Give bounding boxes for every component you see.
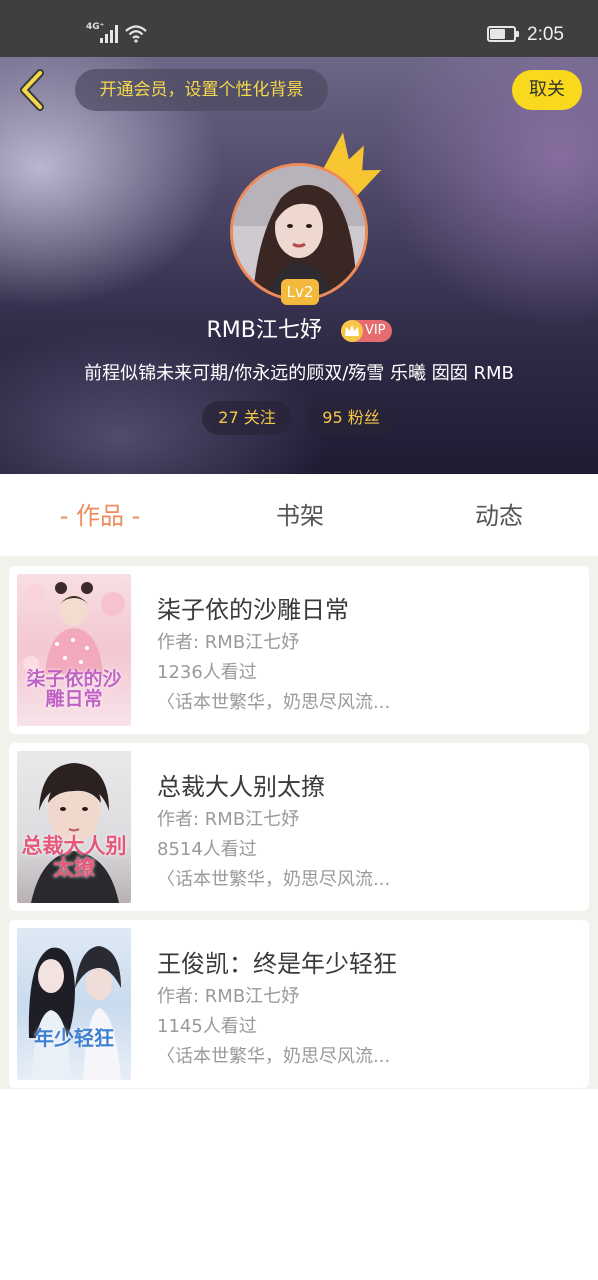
works-list: 柒子依的沙雕日常 柒子依的沙雕日常 作者: RMB江七妤 1236人看过 〈话本… (0, 556, 598, 1089)
list-item[interactable]: 年少轻狂 王俊凯：终是年少轻狂 作者: RMB江七妤 1145人看过 〈话本世繁… (9, 920, 589, 1088)
crown-badge-icon (340, 320, 363, 342)
clock: 2:05 (527, 24, 564, 45)
book-description: 〈话本世繁华，奶思尽风流... (157, 869, 391, 890)
book-description: 〈话本世繁华，奶思尽风流... (157, 1046, 391, 1067)
book-title[interactable]: 王俊凯：终是年少轻狂 (157, 944, 397, 979)
tab-bookshelf[interactable]: 书架 (200, 474, 400, 556)
book-views: 1236人看过 (157, 662, 257, 683)
book-description: 〈话本世繁华，奶思尽风流... (157, 692, 391, 713)
vip-background-banner[interactable]: 开通会员，设置个性化背景 (75, 69, 328, 111)
book-author: 作者: RMB江七妤 (157, 986, 300, 1007)
cover-title: 柒子依的沙雕日常 (26, 668, 122, 710)
book-title[interactable]: 柒子依的沙雕日常 (157, 590, 349, 625)
list-item[interactable]: 柒子依的沙雕日常 柒子依的沙雕日常 作者: RMB江七妤 1236人看过 〈话本… (9, 566, 589, 734)
book-author: 作者: RMB江七妤 (157, 632, 300, 653)
following-count[interactable]: 27 关注 (202, 401, 292, 435)
profile-tabs: - 作品 - 书架 动态 (0, 474, 598, 556)
book-views: 8514人看过 (157, 839, 257, 860)
vip-badge[interactable]: VIP (340, 320, 392, 342)
username: RMB江七妤 (206, 318, 322, 343)
battery-icon (487, 26, 519, 42)
chevron-left-icon (20, 69, 44, 111)
book-cover[interactable]: 总裁大人别太撩 (17, 751, 131, 903)
cover-art (28, 946, 121, 1080)
cover-title: 总裁大人别太撩 (21, 833, 127, 881)
vip-label: VIP (364, 323, 386, 338)
book-cover[interactable]: 年少轻狂 (17, 928, 131, 1080)
cover-art (31, 763, 119, 903)
book-author: 作者: RMB江七妤 (157, 809, 300, 830)
tab-works[interactable]: - 作品 - (0, 474, 200, 556)
profile-signature: 前程似锦未来可期/你永远的顾双/殇雪 乐曦 囡囡 RMB (84, 363, 514, 384)
profile-header: 开通会员，设置个性化背景 取关 Lv2 RMB江七妤 VIP 前程似锦未来可期/… (0, 57, 598, 474)
tab-moments[interactable]: 动态 (400, 474, 598, 556)
cover-title: 年少轻狂 (34, 1026, 114, 1050)
list-item[interactable]: 总裁大人别太撩 总裁大人别太撩 作者: RMB江七妤 8514人看过 〈话本世繁… (9, 743, 589, 911)
level-badge: Lv2 (281, 279, 319, 305)
username-row: RMB江七妤 VIP (0, 313, 598, 349)
fans-count[interactable]: 95 粉丝 (306, 401, 396, 435)
status-bar: 4G⁺ 2:05 (0, 0, 598, 57)
book-title[interactable]: 总裁大人别太撩 (157, 767, 325, 802)
signal-icon (100, 23, 120, 43)
wifi-icon (125, 25, 147, 43)
back-button[interactable] (14, 69, 54, 113)
book-cover[interactable]: 柒子依的沙雕日常 (17, 574, 131, 726)
book-views: 1145人看过 (157, 1016, 257, 1037)
unfollow-button[interactable]: 取关 (512, 70, 582, 110)
